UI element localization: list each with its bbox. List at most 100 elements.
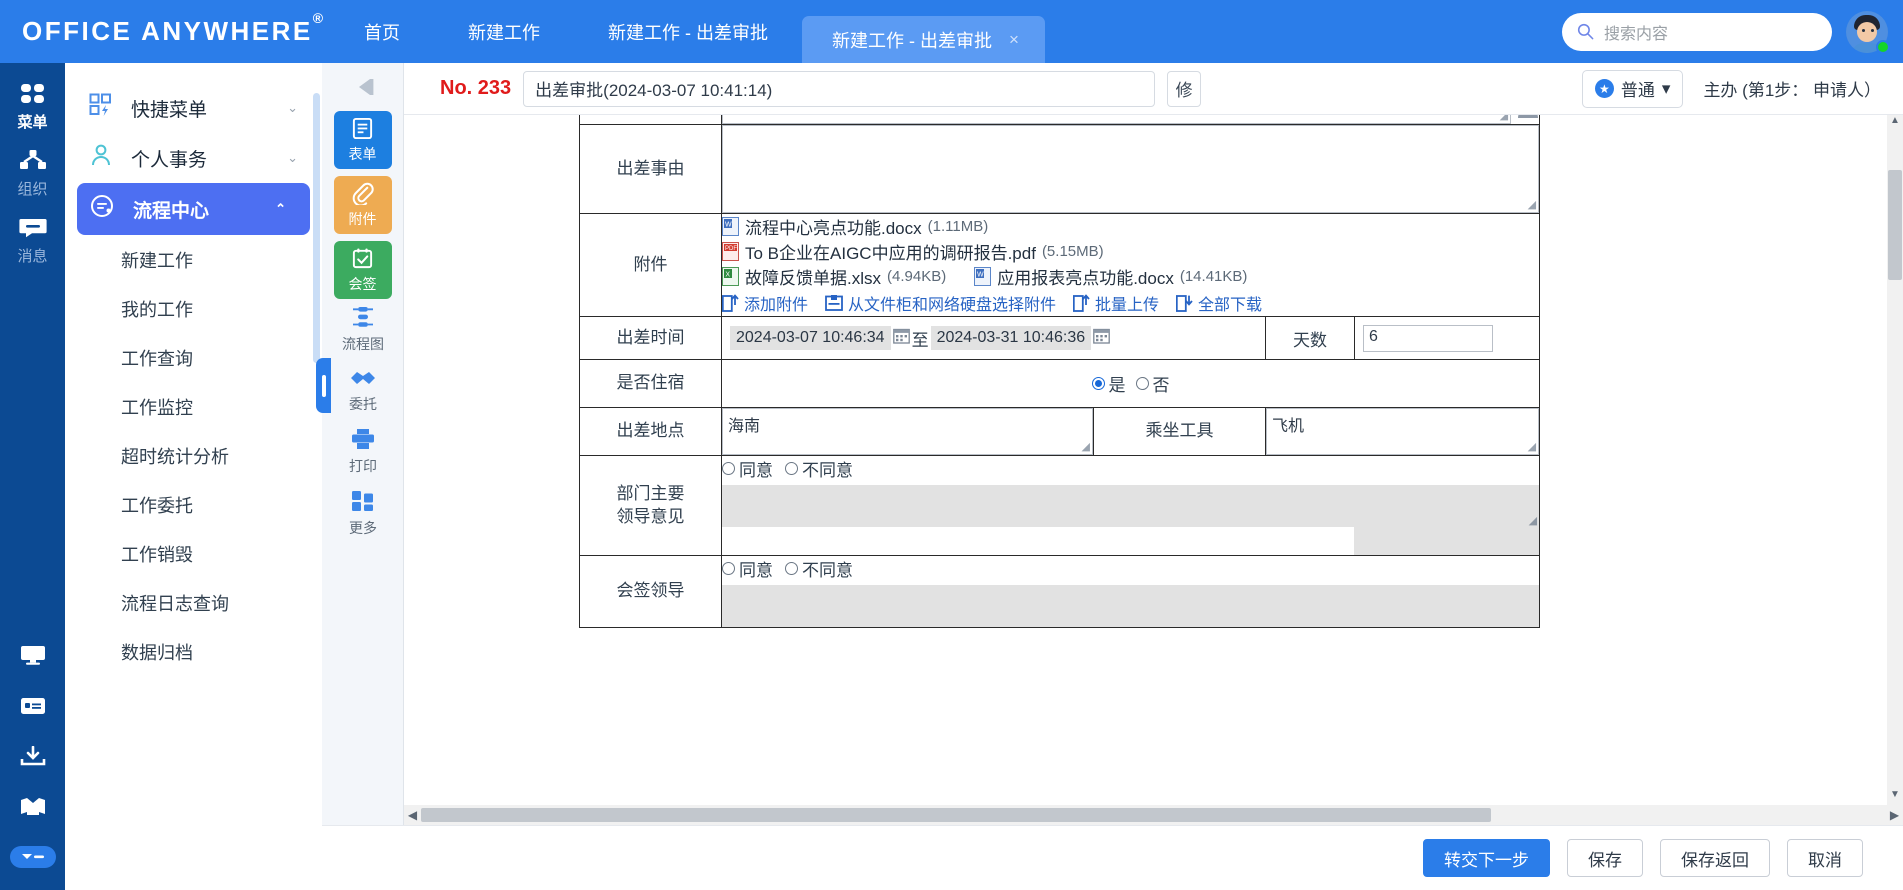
sidebar-item-data-archive[interactable]: 数据归档 (65, 627, 322, 676)
dept-disagree-option[interactable]: 不同意 (785, 456, 853, 481)
attachment-item[interactable]: W 流程中心亮点功能.docx (1.11MB) (722, 214, 1539, 239)
monitor-icon[interactable] (19, 644, 47, 671)
card-icon[interactable] (19, 695, 47, 722)
h-scroll-thumb[interactable] (421, 808, 1491, 822)
transport-textarea[interactable]: 飞机 ◢ (1266, 408, 1540, 455)
scroll-right-arrow-icon[interactable]: ▶ (1886, 808, 1903, 822)
attachment-size: (1.11MB) (927, 218, 989, 235)
scroll-down-arrow-icon[interactable]: ▼ (1887, 789, 1903, 805)
attachment-item[interactable]: W 应用报表亮点功能.docx (14.41KB) (974, 264, 1247, 289)
days-input[interactable]: 6 (1363, 324, 1493, 352)
attachment-actions: 添加附件 从文件柜和网络硬盘选择附件 批量上传 全部下载 (722, 289, 1539, 316)
vertical-scrollbar[interactable]: ▲ ▼ (1887, 115, 1903, 805)
save-and-return-button[interactable]: 保存返回 (1660, 839, 1770, 877)
form-body: 出差人 ◢ (404, 115, 1903, 805)
rail-item-org[interactable]: 组织 (0, 148, 65, 199)
reason-textarea[interactable]: ◢ (722, 125, 1540, 213)
tool-form[interactable]: 表单 (333, 111, 392, 169)
place-textarea[interactable]: 海南 ◢ (722, 408, 1093, 455)
attachment-item[interactable]: PDF To B企业在AIGC中应用的调研报告.pdf (5.15MB) (722, 239, 1539, 264)
strip-drag-handle[interactable] (316, 358, 331, 413)
scroll-up-arrow-icon[interactable]: ▲ (1887, 115, 1903, 131)
shirt-icon[interactable] (18, 797, 48, 822)
dept-opinion-textarea[interactable]: ◢ (722, 485, 1540, 527)
form-title-input[interactable]: 出差审批(2024-03-07 10:41:14) (523, 70, 1156, 107)
tab-label: 新建工作 - 出差审批 (832, 30, 992, 51)
sidebar-item-work-query[interactable]: 工作查询 (65, 333, 322, 382)
sidebar-item-my-work[interactable]: 我的工作 (65, 284, 322, 333)
search-icon (1577, 23, 1594, 40)
pick-person-icon[interactable] (1517, 115, 1539, 124)
cancel-button[interactable]: 取消 (1787, 839, 1863, 877)
form-row-countersign-leader: 会签领导 同意 不同意 (579, 555, 1541, 628)
sidebar-item-new-work[interactable]: 新建工作 (65, 235, 322, 284)
sidebar-group-personal[interactable]: 个人事务 ⌄ (65, 133, 322, 183)
form-row-reason: 出差事由 ◢ (579, 124, 1541, 214)
sidebar-menu: 快捷菜单 ⌄ 个人事务 ⌄ 流程中心 ⌃ 新建工作 我的工作 工作查询 工作监控… (65, 63, 322, 890)
resize-grip-icon[interactable]: ◢ (1529, 514, 1537, 527)
h-scroll-track[interactable] (421, 805, 1886, 825)
tool-attachment[interactable]: 附件 (333, 176, 392, 234)
traveler-textarea[interactable]: ◢ (722, 115, 1512, 124)
collapse-left-icon[interactable] (322, 63, 404, 111)
paperclip-icon (351, 182, 374, 208)
close-icon[interactable]: × (1009, 30, 1019, 50)
sidebar-item-work-monitor[interactable]: 工作监控 (65, 382, 322, 431)
horizontal-scrollbar[interactable]: ◀ ▶ (404, 805, 1903, 825)
tool-delegate[interactable]: 委托 (322, 368, 404, 414)
sidebar-scrollbar[interactable] (313, 93, 320, 363)
save-button[interactable]: 保存 (1567, 839, 1643, 877)
download-icon[interactable] (19, 745, 47, 773)
tool-countersign[interactable]: 会签 (333, 241, 392, 299)
countersign-opinion-textarea[interactable] (722, 585, 1540, 627)
urgency-select[interactable]: ★ 普通 ▾ (1581, 69, 1684, 108)
submit-next-step-button[interactable]: 转交下一步 (1423, 839, 1550, 877)
tool-flowchart[interactable]: 流程图 (322, 306, 404, 354)
countersign-agree-option[interactable]: 同意 (722, 556, 773, 581)
avatar[interactable] (1846, 10, 1890, 54)
resize-grip-icon[interactable]: ◢ (1528, 198, 1536, 211)
lodging-no-option[interactable]: 否 (1135, 371, 1170, 396)
search-input[interactable]: 搜索内容 (1562, 12, 1832, 51)
org-tree-icon (19, 148, 47, 174)
calendar-icon[interactable] (1093, 327, 1111, 349)
travel-start-input[interactable]: 2024-03-07 10:46:34 (730, 326, 891, 350)
attachment-item[interactable]: X 故障反馈单据.xlsx (4.94KB) (722, 264, 946, 289)
resize-grip-icon[interactable]: ◢ (1528, 440, 1536, 453)
rail-item-message[interactable]: 消息 (0, 215, 65, 266)
sidebar-item-work-destroy[interactable]: 工作销毁 (65, 529, 322, 578)
resize-grip-icon[interactable]: ◢ (1500, 115, 1508, 122)
sidebar-item-work-delegate[interactable]: 工作委托 (65, 480, 322, 529)
travel-end-input[interactable]: 2024-03-31 10:46:36 (930, 326, 1092, 350)
sidebar-group-quick-menu[interactable]: 快捷菜单 ⌄ (65, 83, 322, 133)
dept-agree-option[interactable]: 同意 (722, 456, 773, 481)
chevron-down-icon: ▾ (1661, 78, 1671, 98)
sidebar-group-process-center[interactable]: 流程中心 ⌃ (77, 183, 310, 235)
v-scroll-thumb[interactable] (1888, 170, 1902, 280)
tab-new-work-travel-1[interactable]: 新建工作 - 出差审批 (574, 0, 802, 63)
lodging-yes-option[interactable]: 是 (1091, 371, 1126, 396)
countersign-disagree-option[interactable]: 不同意 (785, 556, 853, 581)
tab-new-work-travel-2-active[interactable]: 新建工作 - 出差审批 × (802, 16, 1045, 63)
batch-upload-button[interactable]: 批量上传 (1073, 291, 1159, 315)
field-label-dept-opinion: 部门主要 领导意见 (579, 455, 722, 556)
option-label: 同意 (739, 561, 773, 580)
tab-new-work[interactable]: 新建工作 (434, 0, 574, 63)
tool-print[interactable]: 打印 (322, 428, 404, 476)
sidebar-group-label: 流程中心 (133, 200, 210, 222)
calendar-icon[interactable] (892, 327, 910, 349)
download-all-button[interactable]: 全部下载 (1176, 291, 1262, 315)
scroll-left-arrow-icon[interactable]: ◀ (404, 808, 421, 822)
sidebar-item-overtime-stats[interactable]: 超时统计分析 (65, 431, 322, 480)
collapse-rail-pill[interactable] (9, 846, 56, 868)
add-attachment-button[interactable]: 添加附件 (722, 291, 808, 315)
resize-grip-icon[interactable]: ◢ (1082, 440, 1090, 453)
dept-signature-box[interactable] (1354, 527, 1540, 555)
sidebar-item-process-log-query[interactable]: 流程日志查询 (65, 578, 322, 627)
choose-from-cabinet-button[interactable]: 从文件柜和网络硬盘选择附件 (825, 291, 1056, 315)
rail-item-menu[interactable]: 菜单 (0, 81, 65, 132)
tab-home[interactable]: 首页 (330, 0, 434, 63)
sidebar-group-label: 个人事务 (131, 149, 208, 171)
modify-title-button[interactable]: 修 (1167, 70, 1202, 107)
tool-more[interactable]: 更多 (322, 490, 404, 538)
